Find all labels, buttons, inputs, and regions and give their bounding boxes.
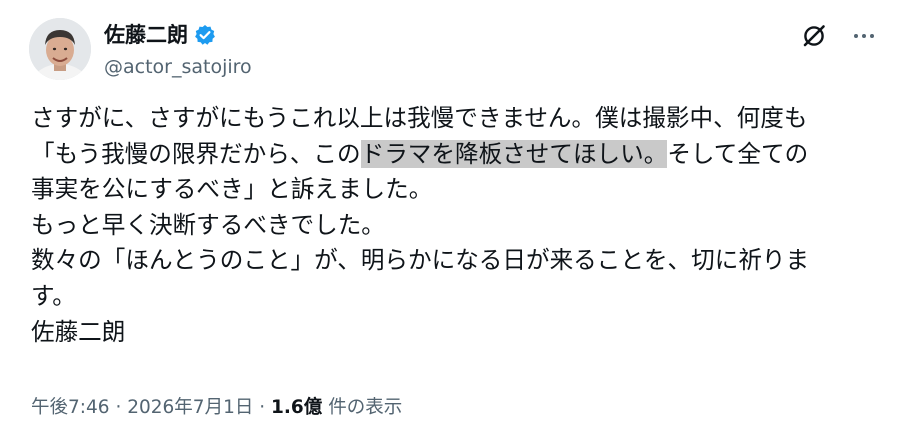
tweet-actions xyxy=(800,22,878,50)
display-name[interactable]: 佐藤二朗 xyxy=(104,18,188,52)
tweet-line-5: 数々の「ほんとうのこと」が、明らかになる日が来ることを、切に祈りま xyxy=(31,246,810,275)
tweet-line-6: す。 xyxy=(31,281,76,310)
avatar[interactable] xyxy=(29,18,91,80)
post-date[interactable]: 2026年7月1日 xyxy=(127,397,253,418)
tweet-line-2: 「もう我慢の限界だから、このドラマを降板させてほしい。そして全ての xyxy=(31,137,881,173)
more-options-icon[interactable] xyxy=(850,22,878,50)
tweet-line-4: もっと早く決断するべきでした。 xyxy=(31,210,385,239)
tweet-text: さすがに、さすがにもうこれ以上は我慢できません。僕は撮影中、何度も 「もう我慢の… xyxy=(31,101,881,350)
tweet-line-2-before: 「もう我慢の限界だから、この xyxy=(31,139,361,168)
tweet-line-3: 事実を公にするべき」と訴えました。 xyxy=(31,175,433,204)
meta-separator: · xyxy=(259,397,266,418)
views-label[interactable]: 件の表示 xyxy=(328,397,402,418)
handle[interactable]: @actor_satojiro xyxy=(104,53,252,81)
grok-icon[interactable] xyxy=(800,22,828,50)
tweet-line-2-after: そして全ての xyxy=(667,139,809,168)
tweet-line-7: 佐藤二朗 xyxy=(31,317,126,346)
tweet-meta: 午後7:46 · 2026年7月1日 · 1.6億 件の表示 xyxy=(31,393,402,423)
verified-badge-icon[interactable] xyxy=(194,24,216,46)
selected-text-highlight: ドラマを降板させてほしい。 xyxy=(360,139,668,168)
views-count[interactable]: 1.6億 xyxy=(271,397,322,418)
tweet-card: 佐藤二朗 @actor_satojiro さすがに、さすがにもうこれ以上は我慢で… xyxy=(0,0,900,430)
name-row: 佐藤二朗 xyxy=(104,18,252,52)
avatar-image xyxy=(29,18,91,80)
tweet-line-1: さすがに、さすがにもうこれ以上は我慢できません。僕は撮影中、何度も xyxy=(31,104,808,132)
post-time[interactable]: 午後7:46 xyxy=(31,397,110,418)
author-block: 佐藤二朗 @actor_satojiro xyxy=(104,18,252,81)
meta-separator: · xyxy=(115,397,122,418)
